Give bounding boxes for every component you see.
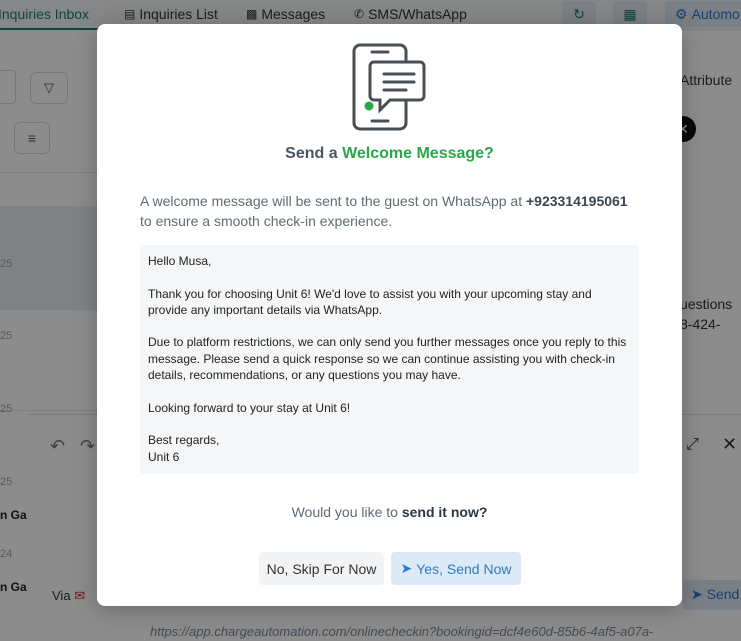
dialog-title: Send a Welcome Message? (97, 145, 682, 163)
title-accent: Welcome Message? (342, 145, 494, 162)
message-paragraph: Due to platform restrictions, we can onl… (148, 335, 627, 383)
message-paragraph: Best regards, Unit 6 (148, 433, 220, 464)
send-now-button[interactable]: ➤ Yes, Send Now (391, 552, 521, 585)
confirmation-question: Would you like to send it now? (291, 504, 488, 520)
title-prefix: Send a (285, 145, 343, 162)
message-paragraph: Thank you for choosing Unit 6! We'd love… (148, 286, 592, 317)
welcome-message-dialog: Send a Welcome Message? A welcome messag… (97, 24, 682, 606)
guest-phone-number: +923314195061 (525, 193, 628, 209)
message-paragraph: Hello Musa, (148, 254, 212, 268)
phone-message-icon (352, 43, 426, 131)
message-preview: Hello Musa, Thank you for choosing Unit … (140, 245, 639, 474)
skip-button[interactable]: No, Skip For Now (259, 552, 384, 585)
paper-plane-icon: ➤ (400, 560, 413, 576)
dialog-description: A welcome message will be sent to the gu… (140, 193, 628, 229)
message-paragraph: Looking forward to your stay at Unit 6! (148, 400, 351, 415)
